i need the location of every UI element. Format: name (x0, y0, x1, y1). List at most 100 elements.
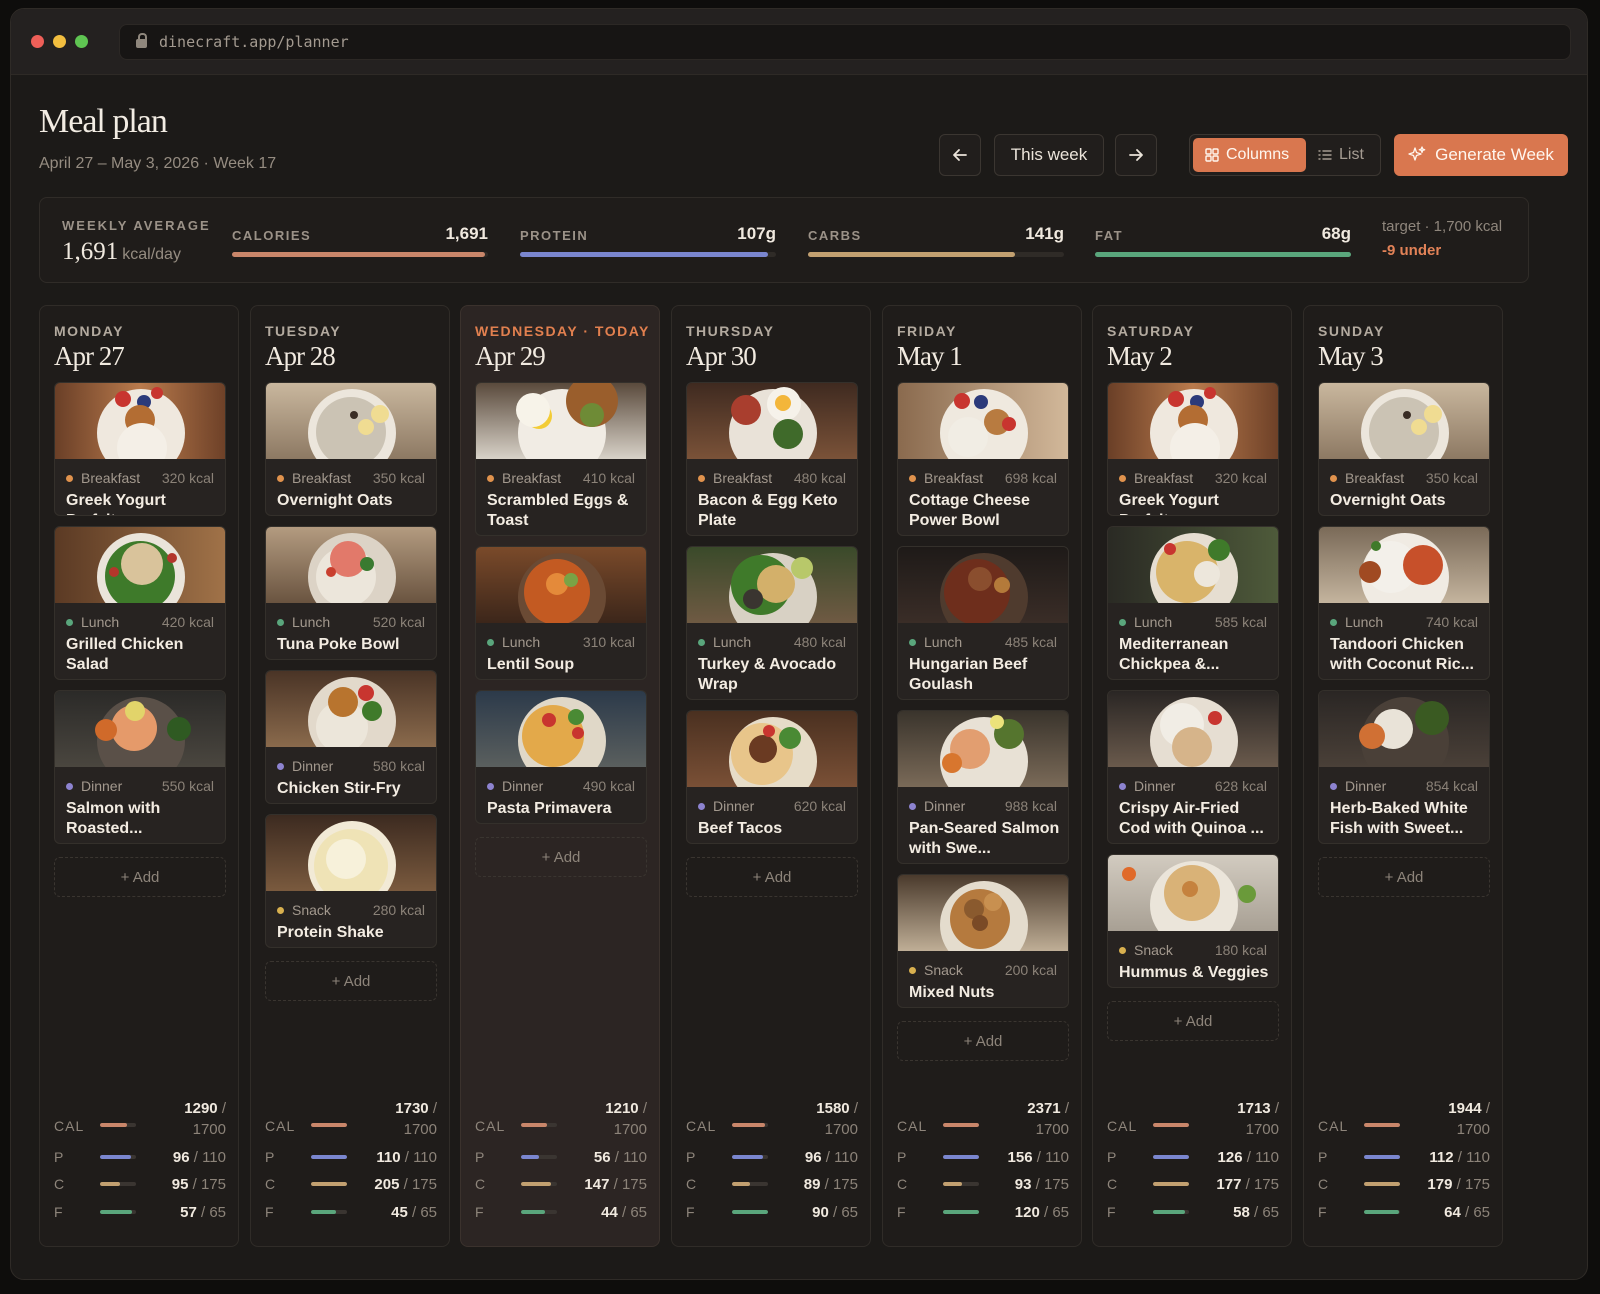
meal-card[interactable]: Dinner 988 kcal Pan-Seared Salmon with Swe… (897, 710, 1069, 864)
meal-meta: Lunch 310 kcal (487, 634, 635, 650)
meal-card[interactable]: Lunch 585 kcal Mediterranean Chickpea &... (1107, 526, 1279, 680)
add-meal-button[interactable]: + Add (1107, 1001, 1279, 1041)
total-f-bar-fill (100, 1210, 132, 1214)
total-f-label: F (1107, 1204, 1117, 1220)
meal-kcal: 310 kcal (582, 634, 635, 650)
meal-type: Dinner (924, 798, 966, 814)
meal-card[interactable]: Breakfast 350 kcal Overnight Oats (1318, 382, 1490, 516)
meal-type-dot (1119, 782, 1126, 790)
day-name: FRIDAY (897, 323, 957, 339)
total-c-row: C 95 / 175 (54, 1176, 226, 1200)
food-item (773, 419, 803, 449)
meal-card[interactable]: Dinner 550 kcal Salmon with Roasted... (54, 690, 226, 844)
total-f-target: 65 (841, 1204, 858, 1221)
meal-meta: Snack 180 kcal (1119, 942, 1267, 958)
food-item (358, 419, 374, 435)
list-view-button[interactable]: List (1306, 138, 1376, 172)
add-meal-button[interactable]: + Add (54, 857, 226, 897)
meal-card[interactable]: Breakfast 320 kcal Greek Yogurt Parfait (1107, 382, 1279, 516)
total-f-actual: 57 (180, 1204, 197, 1221)
meal-card[interactable]: Snack 280 kcal Protein Shake (265, 814, 437, 948)
total-c-bar (943, 1182, 979, 1186)
meal-card[interactable]: Breakfast 350 kcal Overnight Oats (265, 382, 437, 516)
meal-meta: Breakfast 698 kcal (909, 470, 1057, 486)
food-item (542, 713, 556, 727)
meal-type-dot (698, 802, 705, 810)
total-f-row: F 58 / 65 (1107, 1204, 1279, 1228)
total-cal-value: 1580 /1700 (816, 1100, 858, 1138)
meal-type: Breakfast (924, 470, 984, 486)
meal-card[interactable]: Dinner 580 kcal Chicken Stir-Fry (265, 670, 437, 804)
food-item (974, 395, 988, 409)
meal-card[interactable]: Dinner 490 kcal Pasta Primavera (475, 690, 647, 824)
meal-kcal: 550 kcal (161, 778, 214, 794)
add-meal-button[interactable]: + Add (265, 961, 437, 1001)
meal-type: Dinner (81, 778, 123, 794)
meal-card[interactable]: Dinner 628 kcal Crispy Air-Fried Cod with … (1107, 690, 1279, 844)
food-item (358, 685, 374, 701)
meal-card[interactable]: Dinner 620 kcal Beef Tacos (686, 710, 858, 844)
generate-week-button[interactable]: Generate Week (1394, 134, 1568, 176)
food-item (1204, 387, 1216, 399)
meal-card[interactable]: Lunch 520 kcal Tuna Poke Bowl (265, 526, 437, 660)
add-meal-button[interactable]: + Add (475, 837, 647, 877)
meal-card[interactable]: Breakfast 410 kcal Scrambled Eggs & Toast (475, 382, 647, 536)
meal-card[interactable]: Breakfast 698 kcal Cottage Cheese Power Bo… (897, 382, 1069, 536)
meal-card[interactable]: Lunch 740 kcal Tandoori Chicken with Cocon… (1318, 526, 1490, 680)
total-p-label: P (686, 1149, 697, 1165)
total-f-bar (311, 1210, 347, 1214)
meal-meta: Breakfast 480 kcal (698, 470, 846, 486)
total-p-bar (1153, 1155, 1189, 1159)
close-window-button[interactable] (31, 35, 44, 48)
meal-card[interactable]: Dinner 854 kcal Herb-Baked White Fish with… (1318, 690, 1490, 844)
grid-icon (1205, 148, 1219, 162)
macro-progress-fill (1095, 252, 1351, 257)
maximize-window-button[interactable] (75, 35, 88, 48)
total-c-bar-fill (1153, 1182, 1189, 1186)
weekly-average-unit: kcal/day (122, 246, 181, 263)
meal-meta: Dinner 854 kcal (1330, 778, 1478, 794)
minimize-window-button[interactable] (53, 35, 66, 48)
meal-card[interactable]: Lunch 485 kcal Hungarian Beef Goulash (897, 546, 1069, 700)
meal-type: Breakfast (502, 470, 562, 486)
columns-view-button[interactable]: Columns (1193, 138, 1306, 172)
meal-card[interactable]: Lunch 420 kcal Grilled Chicken Salad (54, 526, 226, 680)
total-cal-target: 1700 (1245, 1121, 1279, 1138)
previous-week-button[interactable] (939, 134, 981, 176)
total-cal-value: 1713 /1700 (1237, 1100, 1279, 1138)
meal-type-dot (698, 638, 705, 646)
meal-card[interactable]: Lunch 310 kcal Lentil Soup (475, 546, 647, 680)
this-week-button[interactable]: This week (994, 134, 1104, 176)
food-item (95, 719, 117, 741)
meal-type-dot (1119, 946, 1126, 954)
meal-name: Cottage Cheese Power Bowl (909, 492, 1030, 529)
total-p-label: P (1318, 1149, 1329, 1165)
day-name: SUNDAY (1318, 323, 1385, 339)
day-column-monday: MONDAY Apr 27 Breakfast 320 kcal Greek Yogur… (39, 305, 239, 1247)
week-columns: MONDAY Apr 27 Breakfast 320 kcal Greek Yogur… (39, 305, 1529, 1247)
total-p-target: 110 (834, 1149, 858, 1166)
add-meal-button[interactable]: + Add (897, 1021, 1069, 1061)
day-date: Apr 27 (54, 341, 125, 371)
meal-card[interactable]: Breakfast 320 kcal Greek Yogurt Parfait (54, 382, 226, 516)
total-p-actual: 156 (1007, 1149, 1033, 1166)
meal-card[interactable]: Snack 180 kcal Hummus & Veggies (1107, 854, 1279, 988)
meal-card[interactable]: Lunch 480 kcal Turkey & Avocado Wrap (686, 546, 858, 700)
total-p-label: P (1107, 1149, 1118, 1165)
total-f-row: F 45 / 65 (265, 1204, 437, 1228)
total-c-bar (100, 1182, 136, 1186)
add-meal-button[interactable]: + Add (686, 857, 858, 897)
food-item (360, 557, 374, 571)
address-bar[interactable]: dinecraft.app/planner (119, 23, 1571, 60)
food-item (362, 701, 382, 721)
meal-name: Mixed Nuts (909, 984, 995, 1001)
total-cal-value: 2371 /1700 (1027, 1100, 1069, 1138)
macro-progress-track (808, 252, 1064, 257)
total-p-bar (311, 1155, 347, 1159)
add-meal-button[interactable]: + Add (1318, 857, 1490, 897)
meal-card[interactable]: Snack 200 kcal Mixed Nuts (897, 874, 1069, 1008)
weekly-average-number: 1,691 (62, 238, 119, 265)
day-name: THURSDAY (686, 323, 775, 339)
next-week-button[interactable] (1115, 134, 1157, 176)
meal-card[interactable]: Breakfast 480 kcal Bacon & Egg Keto Plate (686, 382, 858, 536)
